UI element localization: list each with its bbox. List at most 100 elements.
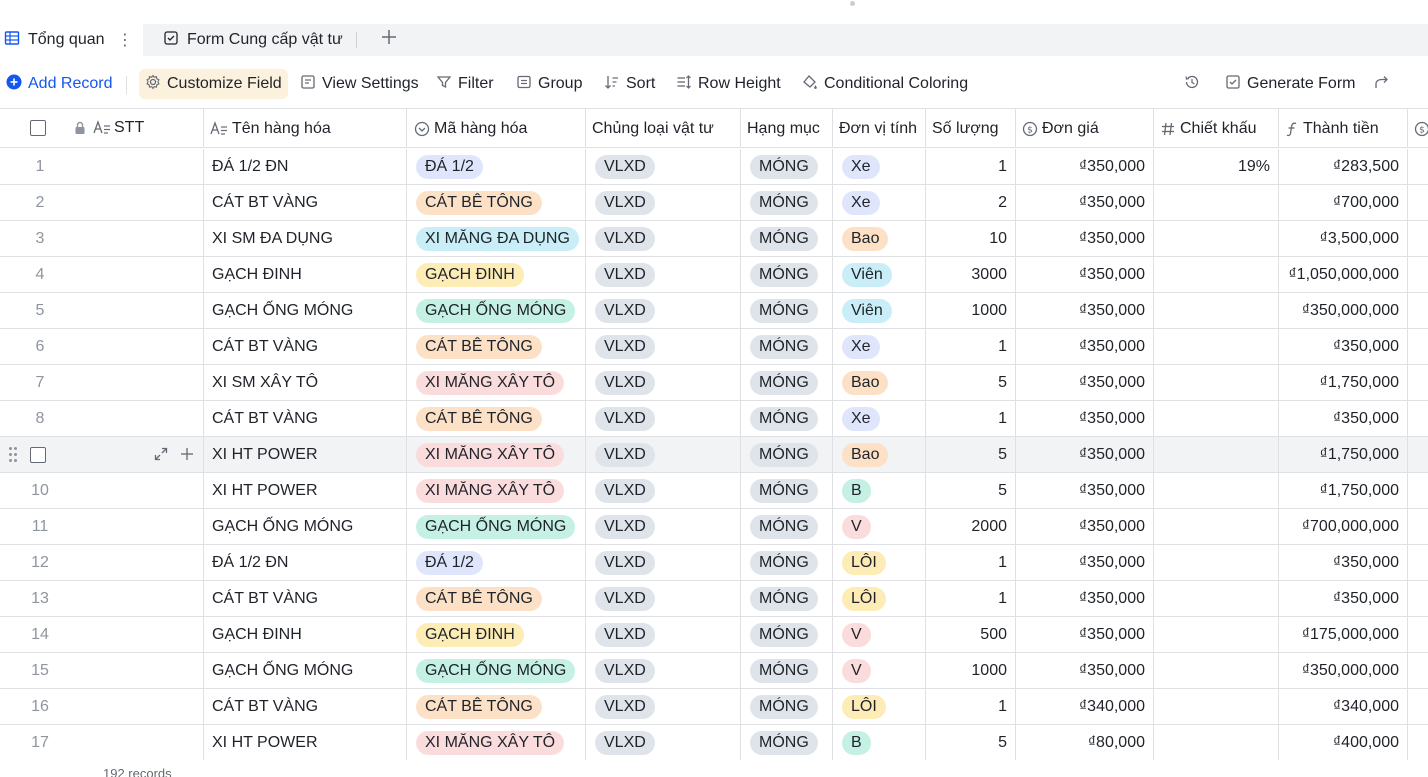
- header-don-vi-tinh[interactable]: Đơn vị tính: [833, 109, 926, 148]
- header-hang-muc[interactable]: Hạng mục: [741, 109, 833, 148]
- cell-don-gia[interactable]: ₫350,000: [1016, 473, 1154, 508]
- cell-ma-hang-hoa[interactable]: CÁT BÊ TÔNG: [407, 329, 586, 364]
- header-ten-hang-hoa[interactable]: Tên hàng hóa: [204, 109, 407, 148]
- table-row[interactable]: 2 CÁT BT VÀNG CÁT BÊ TÔNG VLXD MÓNG Xe 2 ₫350,0…: [0, 185, 1428, 221]
- cell-next-column[interactable]: [1408, 509, 1428, 544]
- cell-don-vi-tinh[interactable]: Xe: [833, 329, 926, 364]
- cell-hang-muc[interactable]: MÓNG: [741, 725, 833, 760]
- cell-stt[interactable]: [0, 437, 204, 472]
- table-row[interactable]: 4 GẠCH ĐINH GẠCH ĐINH VLXD MÓNG Viên 3000 ₫350,…: [0, 257, 1428, 293]
- cell-chung-loai[interactable]: VLXD: [586, 653, 741, 688]
- cell-don-vi-tinh[interactable]: Bao: [833, 365, 926, 400]
- cell-stt[interactable]: 17: [0, 725, 204, 760]
- table-row[interactable]: 17 XI HT POWER XI MĂNG XÂY TÔ VLXD MÓNG B 5 ₫80…: [0, 725, 1428, 760]
- cell-chung-loai[interactable]: VLXD: [586, 185, 741, 220]
- cell-hang-muc[interactable]: MÓNG: [741, 221, 833, 256]
- cell-ma-hang-hoa[interactable]: ĐÁ 1/2: [407, 545, 586, 580]
- cell-stt[interactable]: 8: [0, 401, 204, 436]
- row-height-button[interactable]: Row Height: [676, 69, 781, 99]
- cell-ten-hang-hoa[interactable]: CÁT BT VÀNG: [204, 401, 407, 436]
- cell-chiet-khau[interactable]: [1154, 545, 1279, 580]
- table-row[interactable]: 10 XI HT POWER XI MĂNG XÂY TÔ VLXD MÓNG B 5 ₫35…: [0, 473, 1428, 509]
- cell-chung-loai[interactable]: VLXD: [586, 617, 741, 652]
- cell-next-column[interactable]: [1408, 653, 1428, 688]
- cell-ten-hang-hoa[interactable]: GẠCH ỐNG MÓNG: [204, 293, 407, 328]
- cell-next-column[interactable]: [1408, 689, 1428, 724]
- cell-so-luong[interactable]: 5: [926, 473, 1016, 508]
- cell-chiet-khau[interactable]: [1154, 725, 1279, 760]
- cell-ten-hang-hoa[interactable]: ĐÁ 1/2 ĐN: [204, 545, 407, 580]
- cell-chung-loai[interactable]: VLXD: [586, 509, 741, 544]
- cell-so-luong[interactable]: 10: [926, 221, 1016, 256]
- cell-chiet-khau[interactable]: [1154, 473, 1279, 508]
- cell-chung-loai[interactable]: VLXD: [586, 365, 741, 400]
- cell-so-luong[interactable]: 500: [926, 617, 1016, 652]
- cell-so-luong[interactable]: 1: [926, 149, 1016, 184]
- cell-chiet-khau[interactable]: 19%: [1154, 149, 1279, 184]
- cell-ma-hang-hoa[interactable]: XI MĂNG XÂY TÔ: [407, 725, 586, 760]
- cell-stt[interactable]: 2: [0, 185, 204, 220]
- header-don-gia[interactable]: $ Đơn giá: [1016, 109, 1154, 148]
- cell-don-gia[interactable]: ₫350,000: [1016, 401, 1154, 436]
- cell-don-gia[interactable]: ₫350,000: [1016, 653, 1154, 688]
- cell-chiet-khau[interactable]: [1154, 185, 1279, 220]
- cell-ten-hang-hoa[interactable]: CÁT BT VÀNG: [204, 185, 407, 220]
- cell-don-vi-tinh[interactable]: Xe: [833, 185, 926, 220]
- cell-ma-hang-hoa[interactable]: XI MĂNG XÂY TÔ: [407, 473, 586, 508]
- header-so-luong[interactable]: Số lượng: [926, 109, 1016, 148]
- cell-don-gia[interactable]: ₫350,000: [1016, 437, 1154, 472]
- cell-ma-hang-hoa[interactable]: XI MĂNG XÂY TÔ: [407, 365, 586, 400]
- cell-don-vi-tinh[interactable]: Xe: [833, 149, 926, 184]
- cell-don-vi-tinh[interactable]: Xe: [833, 401, 926, 436]
- table-row[interactable]: XI HT POWER XI MĂNG XÂY TÔ VLXD MÓNG Bao 5 ₫35…: [0, 437, 1428, 473]
- cell-chiet-khau[interactable]: [1154, 689, 1279, 724]
- cell-don-gia[interactable]: ₫350,000: [1016, 329, 1154, 364]
- cell-so-luong[interactable]: 2000: [926, 509, 1016, 544]
- cell-hang-muc[interactable]: MÓNG: [741, 509, 833, 544]
- table-row[interactable]: 11 GẠCH ỐNG MÓNG GẠCH ỐNG MÓNG VLXD MÓNG V 200…: [0, 509, 1428, 545]
- cell-chung-loai[interactable]: VLXD: [586, 689, 741, 724]
- tab-more-icon[interactable]: ⋮: [117, 30, 133, 50]
- sort-button[interactable]: Sort: [604, 69, 655, 99]
- cell-don-gia[interactable]: ₫350,000: [1016, 221, 1154, 256]
- expand-icon[interactable]: [153, 446, 169, 467]
- header-thanh-tien[interactable]: Thành tiền: [1279, 109, 1408, 148]
- cell-ten-hang-hoa[interactable]: XI HT POWER: [204, 437, 407, 472]
- cell-ma-hang-hoa[interactable]: GẠCH ĐINH: [407, 257, 586, 292]
- cell-so-luong[interactable]: 1: [926, 689, 1016, 724]
- cell-next-column[interactable]: [1408, 581, 1428, 616]
- share-button[interactable]: [1374, 69, 1390, 99]
- cell-ma-hang-hoa[interactable]: GẠCH ỐNG MÓNG: [407, 653, 586, 688]
- cell-hang-muc[interactable]: MÓNG: [741, 437, 833, 472]
- cell-thanh-tien[interactable]: ₫175,000,000: [1279, 617, 1408, 652]
- cell-next-column[interactable]: [1408, 329, 1428, 364]
- cell-thanh-tien[interactable]: ₫350,000,000: [1279, 293, 1408, 328]
- cell-so-luong[interactable]: 2: [926, 185, 1016, 220]
- cell-so-luong[interactable]: 1000: [926, 653, 1016, 688]
- add-view-button[interactable]: [378, 28, 400, 50]
- cell-next-column[interactable]: [1408, 185, 1428, 220]
- cell-chung-loai[interactable]: VLXD: [586, 437, 741, 472]
- table-row[interactable]: 3 XI SM ĐA DỤNG XI MĂNG ĐA DỤNG VLXD MÓNG Bao…: [0, 221, 1428, 257]
- cell-next-column[interactable]: [1408, 293, 1428, 328]
- cell-thanh-tien[interactable]: ₫1,050,000,000: [1279, 257, 1408, 292]
- tab-form-cung-cap[interactable]: Form Cung cấp vật tư: [163, 24, 343, 56]
- cell-hang-muc[interactable]: MÓNG: [741, 185, 833, 220]
- cell-hang-muc[interactable]: MÓNG: [741, 329, 833, 364]
- cell-don-vi-tinh[interactable]: V: [833, 653, 926, 688]
- cell-chiet-khau[interactable]: [1154, 509, 1279, 544]
- cell-hang-muc[interactable]: MÓNG: [741, 149, 833, 184]
- header-ma-hang-hoa[interactable]: Mã hàng hóa: [407, 109, 586, 148]
- cell-chiet-khau[interactable]: [1154, 437, 1279, 472]
- table-row[interactable]: 8 CÁT BT VÀNG CÁT BÊ TÔNG VLXD MÓNG Xe 1 ₫350,0…: [0, 401, 1428, 437]
- table-row[interactable]: 12 ĐÁ 1/2 ĐN ĐÁ 1/2 VLXD MÓNG LÔI 1 ₫350,000 ₫35…: [0, 545, 1428, 581]
- cell-hang-muc[interactable]: MÓNG: [741, 545, 833, 580]
- cell-chiet-khau[interactable]: [1154, 221, 1279, 256]
- cell-thanh-tien[interactable]: ₫1,750,000: [1279, 437, 1408, 472]
- cell-chiet-khau[interactable]: [1154, 653, 1279, 688]
- cell-chung-loai[interactable]: VLXD: [586, 293, 741, 328]
- cell-stt[interactable]: 11: [0, 509, 204, 544]
- cell-ten-hang-hoa[interactable]: GẠCH ỐNG MÓNG: [204, 653, 407, 688]
- cell-chiet-khau[interactable]: [1154, 365, 1279, 400]
- cell-chung-loai[interactable]: VLXD: [586, 257, 741, 292]
